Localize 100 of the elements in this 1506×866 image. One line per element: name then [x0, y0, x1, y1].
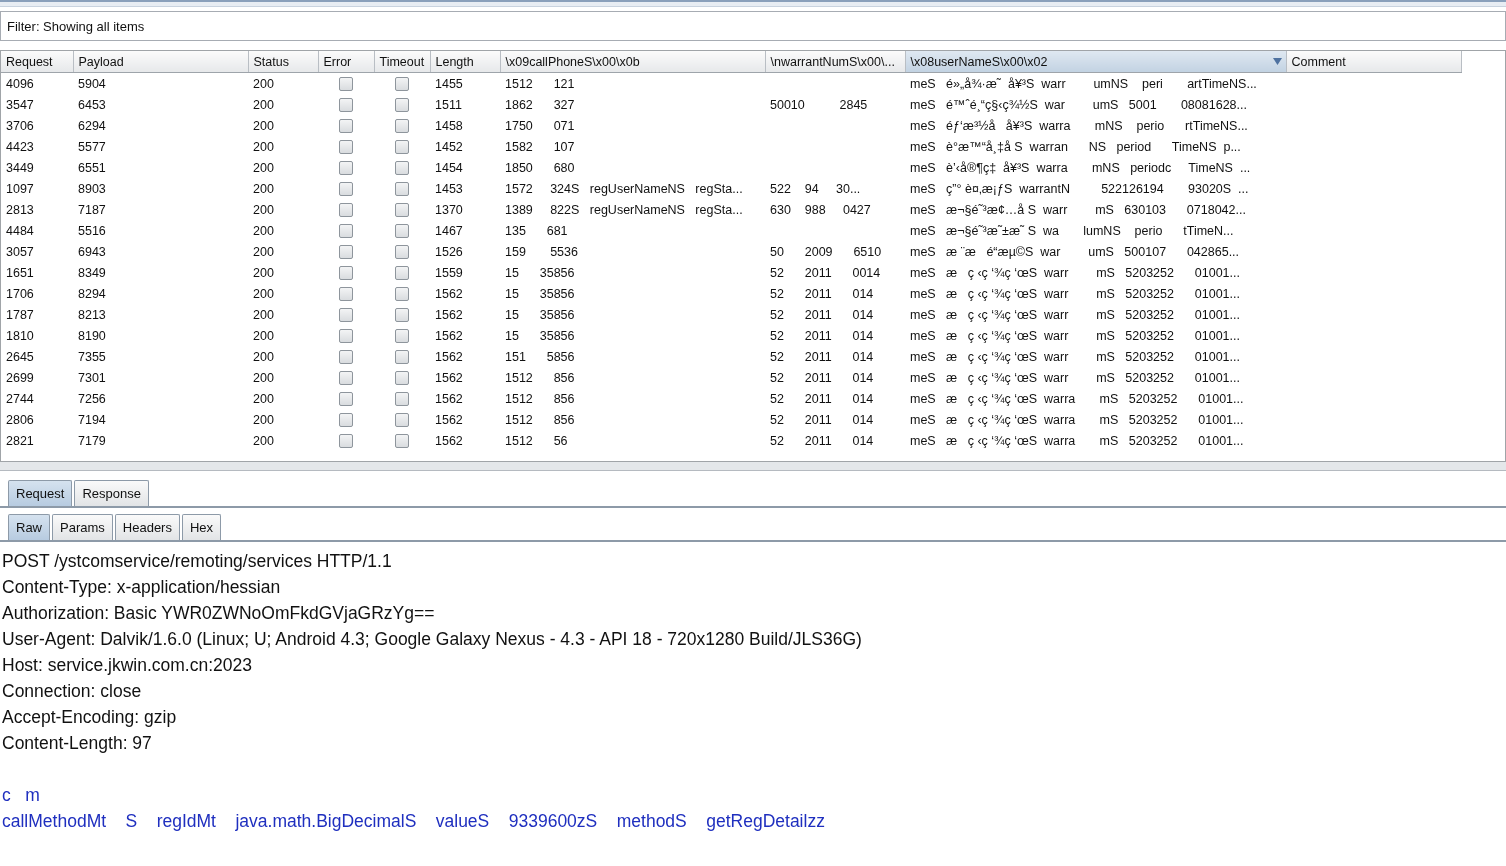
- checkbox[interactable]: [339, 118, 353, 133]
- checkbox[interactable]: [395, 118, 409, 133]
- column-header[interactable]: \x09callPhoneS\x00\x0b: [500, 51, 765, 73]
- column-header[interactable]: \nwarrantNumS\x00\...: [765, 51, 905, 73]
- checkbox[interactable]: [395, 97, 409, 112]
- table-cell: meS è’‹å®¶ç‡ å¥³S warra mNS periodc TimeNS ...: [910, 160, 1251, 175]
- checkbox[interactable]: [395, 433, 409, 448]
- table-cell: meS æ ç ‹ç ‘¾ç ‘œS warra mS 5203252 01001...: [910, 391, 1244, 406]
- table-cell: 200: [253, 265, 274, 280]
- checkbox[interactable]: [339, 181, 353, 196]
- table-cell: 200: [253, 307, 274, 322]
- table-cell: 1455: [435, 76, 463, 91]
- body-text: callMethodMt S regIdMt java.math.BigDecimalS valueS 9339600zS methodS getRegDetailzz: [2, 811, 825, 831]
- header-line: Authorization: Basic YWR0ZWNoOmFkdGVjaGRzYg==: [2, 603, 435, 623]
- checkbox[interactable]: [339, 139, 353, 154]
- table-cell: 630 988 0427: [770, 202, 871, 217]
- table-cell: 200: [253, 97, 274, 112]
- checkbox[interactable]: [339, 433, 353, 448]
- column-header[interactable]: Status: [248, 51, 318, 73]
- checkbox[interactable]: [395, 139, 409, 154]
- table-cell: 7301: [78, 370, 106, 385]
- table-cell: 7179: [78, 433, 106, 448]
- checkbox[interactable]: [339, 244, 353, 259]
- table-cell: 1862 327: [505, 97, 575, 112]
- table-cell: 200: [253, 118, 274, 133]
- table-cell: 2806: [6, 412, 34, 427]
- table-cell: 1512 121: [505, 76, 575, 91]
- checkbox[interactable]: [339, 76, 353, 91]
- checkbox[interactable]: [339, 349, 353, 364]
- checkbox[interactable]: [339, 391, 353, 406]
- view-tab[interactable]: Headers: [114, 514, 180, 540]
- checkbox[interactable]: [395, 160, 409, 175]
- horizontal-scrollbar[interactable]: [0, 462, 1506, 471]
- column-header[interactable]: Comment: [1286, 51, 1461, 73]
- table-cell: 135 681: [505, 223, 568, 238]
- table-cell: 1750 071: [505, 118, 575, 133]
- table-cell: meS æ ¨æ é“æµ©S war umS 500107 042865...: [910, 244, 1240, 259]
- checkbox[interactable]: [395, 76, 409, 91]
- view-tab[interactable]: Params: [52, 514, 113, 540]
- table-cell: 8213: [78, 307, 106, 322]
- message-tab[interactable]: Response: [74, 480, 149, 506]
- checkbox[interactable]: [339, 97, 353, 112]
- message-tab[interactable]: Request: [8, 480, 73, 506]
- checkbox[interactable]: [395, 307, 409, 322]
- table-cell: 200: [253, 244, 274, 259]
- table-cell: meS æ ç ‹ç ‘¾ç ‘œS warra mS 5203252 01001...: [910, 412, 1244, 427]
- table-cell: 522 94 30...: [770, 181, 861, 196]
- checkbox[interactable]: [395, 181, 409, 196]
- table-cell: meS ç”° è¤‚æ¡ƒS warrantN 522126194 93020S ...: [910, 181, 1249, 196]
- checkbox[interactable]: [339, 307, 353, 322]
- checkbox[interactable]: [395, 391, 409, 406]
- checkbox[interactable]: [339, 370, 353, 385]
- table-cell: 1512 56: [505, 433, 568, 448]
- checkbox[interactable]: [395, 370, 409, 385]
- column-header[interactable]: Length: [430, 51, 500, 73]
- table-cell: 200: [253, 349, 274, 364]
- column-header[interactable]: Request: [1, 51, 73, 73]
- column-header[interactable]: Error: [318, 51, 374, 73]
- body-text: c m: [2, 785, 40, 805]
- table-cell: 52 2011 014: [770, 391, 874, 406]
- table-cell: 52 2011 014: [770, 412, 874, 427]
- checkbox[interactable]: [395, 412, 409, 427]
- checkbox[interactable]: [339, 286, 353, 301]
- table-cell: 1810: [6, 328, 34, 343]
- table-cell: meS æ¬§é˜³æ˜±æ˜ S wa lumNS perio tTimeN...: [910, 223, 1234, 238]
- table-cell: 5516: [78, 223, 106, 238]
- checkbox[interactable]: [395, 349, 409, 364]
- table-cell: 1512 856: [505, 370, 575, 385]
- table-cell: 200: [253, 160, 274, 175]
- table-cell: 2645: [6, 349, 34, 364]
- table-cell: 1389 822S regUserNameNS regSta...: [505, 202, 743, 217]
- checkbox[interactable]: [339, 160, 353, 175]
- header-line: Accept-Encoding: gzip: [2, 707, 177, 727]
- column-header[interactable]: \x08userNameS\x00\x02: [905, 51, 1286, 73]
- table-cell: 5904: [78, 76, 106, 91]
- checkbox[interactable]: [339, 328, 353, 343]
- filter-bar[interactable]: Filter: Showing all items: [0, 11, 1506, 41]
- checkbox[interactable]: [339, 265, 353, 280]
- column-header[interactable]: Payload: [73, 51, 248, 73]
- header-line: Content-Type: x-application/hessian: [2, 577, 281, 597]
- table-cell: meS è°æ™“å¸‡å S warran NS period TimeNS p...: [910, 139, 1241, 154]
- checkbox[interactable]: [395, 202, 409, 217]
- table-cell: 3057: [6, 244, 34, 259]
- table-cell: 1559: [435, 265, 463, 280]
- checkbox[interactable]: [339, 223, 353, 238]
- checkbox[interactable]: [395, 286, 409, 301]
- checkbox[interactable]: [395, 328, 409, 343]
- table-cell: 1453: [435, 181, 463, 196]
- view-tab[interactable]: Hex: [181, 514, 222, 540]
- checkbox[interactable]: [395, 223, 409, 238]
- table-cell: 1562: [435, 433, 463, 448]
- table-cell: 7355: [78, 349, 106, 364]
- checkbox[interactable]: [339, 202, 353, 217]
- column-header[interactable]: Timeout: [374, 51, 430, 73]
- view-tab[interactable]: Raw: [8, 514, 50, 540]
- table-cell: 1452: [435, 139, 463, 154]
- checkbox[interactable]: [395, 265, 409, 280]
- checkbox[interactable]: [339, 412, 353, 427]
- checkbox[interactable]: [395, 244, 409, 259]
- table-cell: 1467: [435, 223, 463, 238]
